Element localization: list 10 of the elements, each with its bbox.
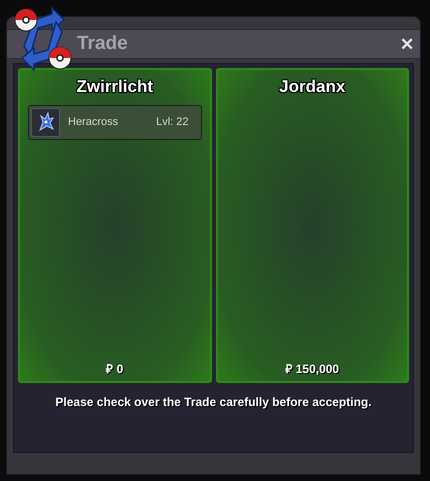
instruction-text: Please check over the Trade carefully before accepting. bbox=[54, 394, 373, 411]
player-name: Zwirrlicht bbox=[76, 76, 153, 98]
money-amount: ₽ 0 bbox=[106, 361, 124, 378]
close-button[interactable]: ✕ bbox=[400, 36, 414, 52]
item-row[interactable]: Heracross Lvl: 22 bbox=[28, 104, 202, 140]
item-name: Heracross bbox=[68, 114, 120, 130]
window-title: Trade bbox=[77, 32, 129, 56]
money-amount: ₽ 150,000 bbox=[285, 361, 340, 378]
player-name: Jordanx bbox=[279, 76, 346, 98]
item-level: Lvl: 22 bbox=[156, 114, 188, 130]
